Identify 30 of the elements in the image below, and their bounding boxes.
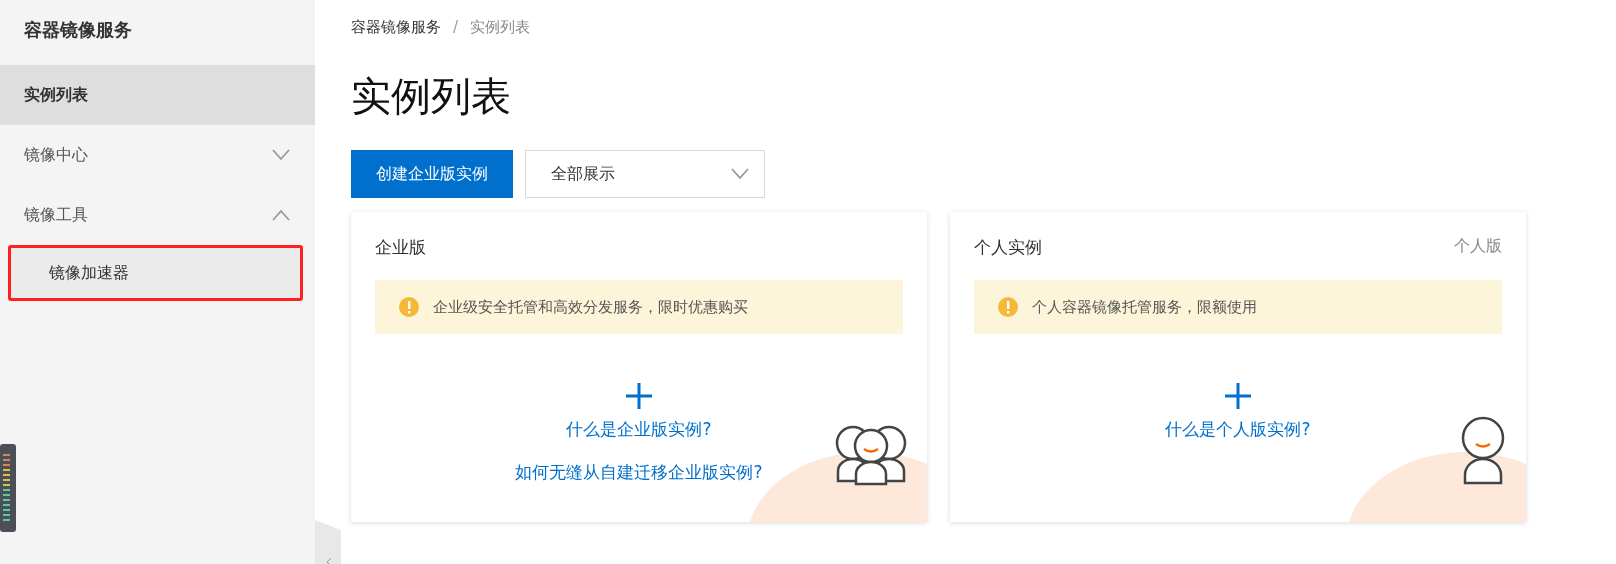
- notice-text: 企业级安全托管和高效分发服务，限时优惠购买: [433, 297, 748, 317]
- card-title: 企业版: [375, 236, 426, 259]
- sidebar-item[interactable]: 镜像中心: [0, 125, 315, 185]
- help-link[interactable]: 什么是企业版实例?: [566, 418, 712, 441]
- sidebar-subitem[interactable]: 镜像加速器: [8, 245, 303, 301]
- sidebar-title: 容器镜像服务: [23, 18, 133, 42]
- filter-dropdown[interactable]: 全部展示: [525, 150, 765, 198]
- chevron-icon: [271, 209, 291, 221]
- chevron-icon: [730, 168, 750, 180]
- sidebar-item[interactable]: 镜像工具: [0, 185, 315, 245]
- help-link[interactable]: 什么是个人版实例?: [1165, 418, 1311, 441]
- level-meter-icon: [0, 444, 16, 532]
- person-drawing: [1460, 416, 1506, 486]
- add-icon[interactable]: [625, 382, 653, 410]
- collapse-handle[interactable]: [315, 520, 341, 564]
- warning-icon: [399, 297, 419, 317]
- help-link[interactable]: 如何无缝从自建迁移企业版实例?: [515, 461, 763, 484]
- notice-text: 个人容器镜像托管服务，限额使用: [1032, 297, 1257, 317]
- breadcrumb-separator: /: [453, 18, 459, 38]
- add-icon[interactable]: [1224, 382, 1252, 410]
- breadcrumb-item: 实例列表: [470, 18, 531, 38]
- sidebar-item[interactable]: 实例列表: [0, 65, 315, 125]
- people-group-drawing: [835, 424, 907, 486]
- chevron-icon: [271, 149, 291, 161]
- breadcrumb-item[interactable]: 容器镜像服务: [351, 18, 441, 40]
- card-title: 个人实例: [974, 236, 1042, 259]
- warning-icon: [998, 297, 1018, 317]
- create-button[interactable]: 创建企业版实例: [351, 150, 513, 198]
- card-tag: 个人版: [1454, 236, 1502, 262]
- page-title: 实例列表: [351, 72, 512, 121]
